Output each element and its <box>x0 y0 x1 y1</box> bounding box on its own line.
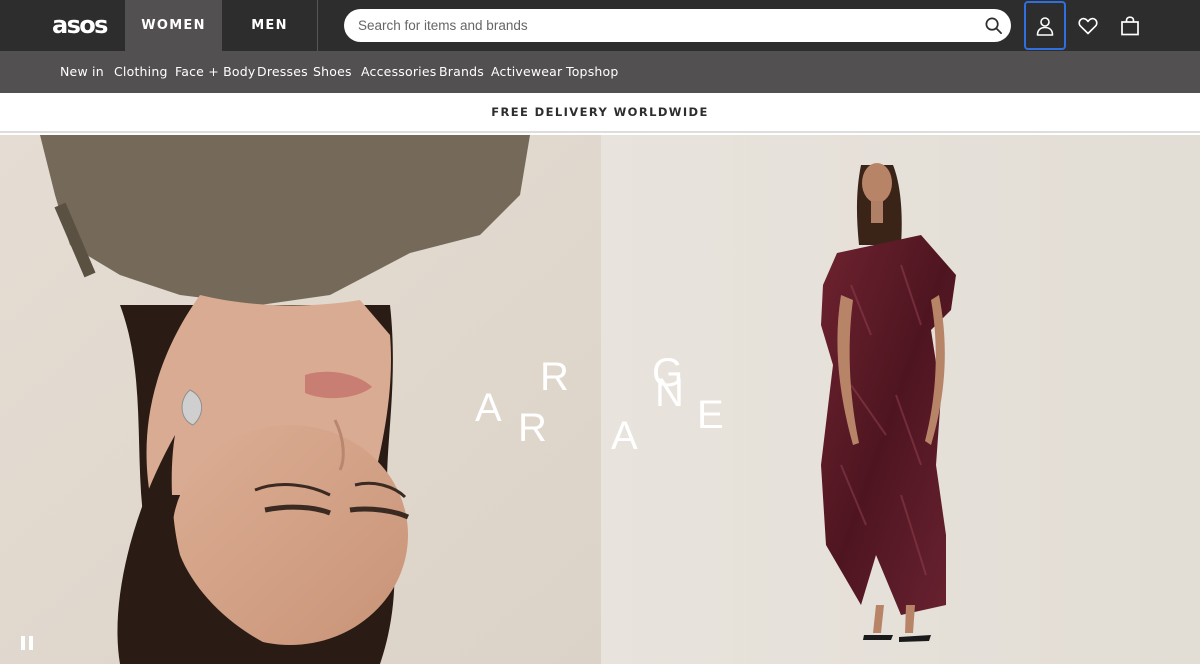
bag-button[interactable] <box>1109 0 1151 51</box>
tab-men[interactable]: MEN <box>222 0 318 51</box>
hero-image-left <box>0 135 601 664</box>
asos-logo[interactable]: asos <box>52 10 110 40</box>
nav-shoes[interactable]: Shoes <box>313 51 352 93</box>
category-nav: New in Clothing Face + Body Dresses Shoe… <box>0 51 1200 93</box>
search-input[interactable] <box>358 9 978 42</box>
search-icon[interactable] <box>984 16 1003 35</box>
nav-new-in[interactable]: New in <box>60 51 104 93</box>
nav-face-body[interactable]: Face + Body <box>175 51 255 93</box>
wishlist-button[interactable] <box>1067 0 1109 51</box>
hero-image-right <box>601 135 1200 664</box>
nav-topshop[interactable]: Topshop <box>566 51 619 93</box>
hero-letter-n: N <box>655 371 684 415</box>
top-header: asos WOMEN MEN <box>0 0 1200 51</box>
model-portrait-illustration <box>0 135 601 664</box>
bag-icon <box>1121 15 1139 35</box>
search-bar <box>344 9 1011 42</box>
hero-letter-a2: A <box>611 414 638 458</box>
nav-brands[interactable]: Brands <box>439 51 484 93</box>
hero-letter-a1: A <box>475 386 502 430</box>
account-icon <box>1036 16 1054 36</box>
nav-dresses[interactable]: Dresses <box>257 51 308 93</box>
hero-letter-e: E <box>697 393 724 437</box>
nav-accessories[interactable]: Accessories <box>361 51 436 93</box>
tab-women[interactable]: WOMEN <box>125 0 222 51</box>
heart-icon <box>1078 17 1098 34</box>
promo-banner[interactable]: FREE DELIVERY WORLDWIDE <box>0 93 1200 133</box>
hero-letter-r2: R <box>518 406 547 450</box>
pause-icon[interactable] <box>18 634 36 652</box>
account-button[interactable] <box>1024 1 1066 50</box>
nav-activewear[interactable]: Activewear <box>491 51 562 93</box>
hero-banner[interactable]: A R R A G N E <box>0 135 1200 664</box>
nav-clothing[interactable]: Clothing <box>114 51 168 93</box>
hero-letter-r1: R <box>540 355 569 399</box>
model-dress-illustration <box>601 135 1200 664</box>
